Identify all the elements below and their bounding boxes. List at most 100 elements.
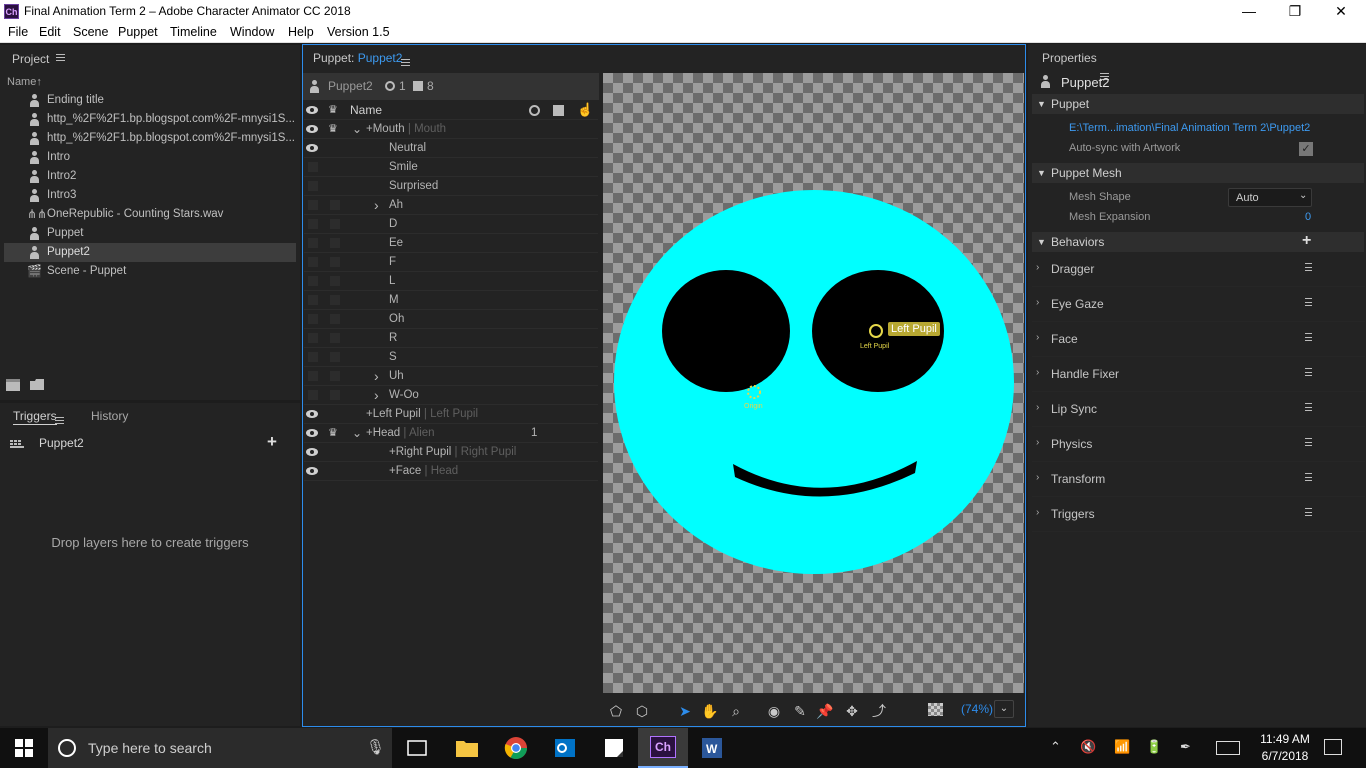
behavior-item[interactable]: › Physics (1032, 427, 1365, 462)
layer-row[interactable]: Oh (304, 310, 598, 329)
layer-row[interactable]: +Face | Head (304, 462, 598, 481)
section-behaviors[interactable]: ▼ Behaviors + (1032, 232, 1364, 252)
menu-window[interactable]: Window (230, 25, 274, 39)
dragger-tool-icon[interactable]: ✥ (843, 702, 861, 720)
layer-row[interactable]: Smile (304, 158, 598, 177)
layer-row[interactable]: › Uh (304, 367, 598, 386)
visibility-toggle[interactable] (308, 371, 318, 381)
chevron-right-icon[interactable]: › (374, 196, 379, 215)
layer-row[interactable]: F (304, 253, 598, 272)
layer-row[interactable]: S (304, 348, 598, 367)
layer-row[interactable]: ♛ ⌄ +Head | Alien 1 (304, 424, 598, 443)
project-item[interactable]: Puppet (4, 224, 296, 243)
add-behavior-button[interactable]: + (1302, 231, 1311, 251)
crown-icon[interactable]: ♛ (328, 124, 340, 135)
layer-row[interactable]: Surprised (304, 177, 598, 196)
pin-tool-icon[interactable]: 📌 (816, 702, 834, 720)
visibility-toggle[interactable] (308, 295, 318, 305)
stick-tool-icon[interactable]: ✎ (791, 702, 809, 720)
visibility-toggle[interactable] (308, 200, 318, 210)
menu-help[interactable]: Help (288, 25, 314, 39)
project-item[interactable]: 🎬 Scene - Puppet (4, 262, 296, 281)
mesh-shape-select[interactable]: Auto ⌄ (1228, 188, 1312, 207)
add-trigger-button[interactable]: + (267, 432, 277, 452)
section-puppet-mesh[interactable]: ▼ Puppet Mesh (1032, 163, 1364, 183)
section-puppet[interactable]: ▼ Puppet (1032, 94, 1364, 114)
project-item[interactable]: Intro3 (4, 186, 296, 205)
behavior-menu-icon[interactable] (1305, 333, 1312, 341)
visibility-toggle[interactable] (308, 352, 318, 362)
battery-icon[interactable]: 🔋 (1146, 739, 1162, 755)
chevron-right-icon[interactable]: › (1036, 297, 1039, 308)
new-scene-icon[interactable] (6, 379, 20, 391)
name-column-header[interactable]: Name↑ (7, 76, 42, 88)
chevron-right-icon[interactable]: › (1036, 402, 1039, 413)
minimize-button[interactable]: — (1226, 0, 1272, 23)
layer-row[interactable]: D (304, 215, 598, 234)
windows-start-icon[interactable] (15, 739, 33, 757)
layer-row[interactable]: +Left Pupil | Left Pupil (304, 405, 598, 424)
project-item[interactable]: http_%2F%2F1.bp.blogspot.com%2F-mnysi1S.… (4, 129, 296, 148)
file-explorer-icon[interactable] (454, 735, 480, 761)
chevron-right-icon[interactable]: › (1036, 472, 1039, 483)
layer-toggle[interactable] (330, 276, 340, 286)
visibility-toggle[interactable] (308, 238, 318, 248)
puppet-panel-menu-icon[interactable] (401, 59, 410, 67)
visibility-eye-icon[interactable] (306, 467, 318, 475)
layer-name-header[interactable]: Name (350, 103, 382, 117)
menu-file[interactable]: File (8, 25, 28, 39)
menu-puppet[interactable]: Puppet (118, 25, 158, 39)
behavior-menu-icon[interactable] (1305, 298, 1312, 306)
zoom-level[interactable]: (74%) (961, 702, 993, 716)
chevron-right-icon[interactable]: › (1036, 262, 1039, 273)
chevron-right-icon[interactable]: › (374, 367, 379, 386)
project-item[interactable]: http_%2F%2F1.bp.blogspot.com%2F-mnysi1S.… (4, 110, 296, 129)
visibility-toggle[interactable] (308, 333, 318, 343)
behavior-item[interactable]: › Transform (1032, 462, 1365, 497)
layer-toggle[interactable] (330, 314, 340, 324)
notifications-icon[interactable] (1324, 739, 1342, 755)
crown-icon[interactable]: ♛ (328, 428, 340, 439)
project-item[interactable]: ⋔⋔ OneRepublic - Counting Stars.wav (4, 205, 296, 224)
behavior-item[interactable]: › Lip Sync (1032, 392, 1365, 427)
layer-row[interactable]: Neutral (304, 139, 598, 158)
word-icon[interactable]: W (699, 735, 725, 761)
layer-row[interactable]: M (304, 291, 598, 310)
zoom-dropdown-icon[interactable]: ⌄ (994, 700, 1014, 718)
close-button[interactable]: ✕ (1318, 0, 1364, 23)
zoom-tool-icon[interactable]: ⌕ (727, 702, 745, 720)
menu-scene[interactable]: Scene (73, 25, 108, 39)
touch-keyboard-icon[interactable] (1216, 741, 1240, 755)
project-item[interactable]: Intro (4, 148, 296, 167)
stroke-tool-icon[interactable]: ⤴ (870, 702, 888, 720)
chevron-right-icon[interactable]: › (1036, 332, 1039, 343)
visibility-toggle[interactable] (308, 257, 318, 267)
chevron-right-icon[interactable]: › (374, 386, 379, 405)
layer-toggle[interactable] (330, 257, 340, 267)
mesh-expansion-value[interactable]: 0 (1305, 211, 1311, 223)
tab-triggers[interactable]: Triggers (13, 409, 57, 425)
visibility-eye-icon[interactable] (306, 410, 318, 418)
layer-toggle[interactable] (330, 371, 340, 381)
menu-version[interactable]: Version 1.5 (327, 25, 390, 39)
clock[interactable]: 11:49 AM 6/7/2018 (1250, 731, 1320, 765)
layer-toggle[interactable] (330, 200, 340, 210)
visibility-eye-icon[interactable] (306, 144, 318, 152)
layer-toggle[interactable] (330, 333, 340, 343)
pen-icon[interactable]: ✒ (1180, 739, 1191, 755)
layer-row[interactable]: › W-Oo (304, 386, 598, 405)
visibility-toggle[interactable] (308, 181, 318, 191)
visibility-eye-icon[interactable] (306, 125, 318, 133)
layer-row[interactable]: R (304, 329, 598, 348)
project-item[interactable]: Ending title (4, 91, 296, 110)
project-item[interactable]: Intro2 (4, 167, 296, 186)
behavior-item[interactable]: › Face (1032, 322, 1365, 357)
puppet-path[interactable]: E:\Term...imation\Final Animation Term 2… (1069, 122, 1310, 134)
layer-toggle[interactable] (330, 295, 340, 305)
layer-toggle[interactable] (330, 238, 340, 248)
restore-button[interactable]: ❐ (1272, 0, 1318, 23)
behavior-menu-icon[interactable] (1305, 403, 1312, 411)
triggers-menu-icon[interactable] (55, 417, 64, 425)
layer-row[interactable]: L (304, 272, 598, 291)
select-tool-icon[interactable]: ➤ (676, 702, 694, 720)
